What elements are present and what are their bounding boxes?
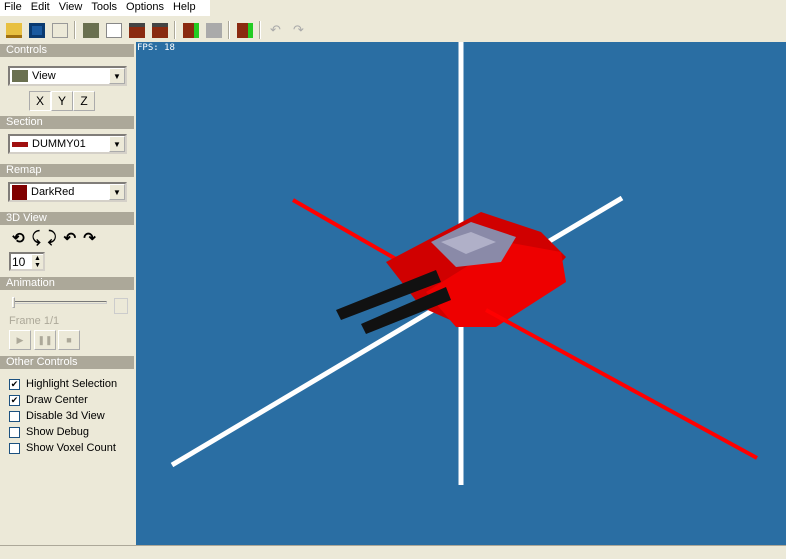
- disabled-icon: [205, 22, 222, 38]
- section-header: Section: [0, 116, 134, 129]
- other-controls-header: Other Controls: [0, 356, 134, 369]
- 3d-viewport[interactable]: FPS: 18: [136, 42, 786, 545]
- axis-z-button[interactable]: Z: [73, 91, 95, 111]
- rotate-right-icon[interactable]: ↷: [83, 229, 96, 247]
- add-frame-button[interactable]: [233, 19, 256, 41]
- save-icon: [28, 22, 45, 38]
- export-icon: [51, 22, 68, 38]
- undo-button[interactable]: ↶: [264, 19, 287, 41]
- remap-select[interactable]: DarkRed ▼: [8, 182, 127, 202]
- toolbar: ↶ ↷: [0, 18, 786, 42]
- menu-bar: File Edit View Tools Options Help: [0, 0, 210, 16]
- disable-3d-view-checkbox[interactable]: Disable 3d View: [9, 410, 105, 422]
- section-a-icon: [128, 22, 145, 38]
- pause-icon: ❚❚: [37, 334, 53, 345]
- axis-y-button[interactable]: Y: [51, 91, 73, 111]
- view-icon: [82, 22, 99, 38]
- add-section-button[interactable]: [179, 19, 202, 41]
- mode-select[interactable]: View ▼: [8, 66, 127, 86]
- add-section-icon: [182, 22, 199, 38]
- controls-header: Controls: [0, 44, 134, 57]
- rotate-down-icon[interactable]: ⤹: [32, 229, 41, 247]
- redo-button[interactable]: ↷: [287, 19, 310, 41]
- chevron-down-icon[interactable]: ▼: [109, 184, 125, 200]
- spin-arrows-icon[interactable]: ▲ ▼: [32, 254, 43, 269]
- mode-value: View: [32, 70, 56, 82]
- frame-slider[interactable]: [12, 301, 107, 304]
- axis-z-b: [485, 308, 758, 460]
- open-button[interactable]: [2, 19, 25, 41]
- undo-icon: ↶: [270, 22, 281, 37]
- redo-icon: ↷: [293, 22, 304, 37]
- color-swatch: [12, 184, 27, 200]
- menu-edit[interactable]: Edit: [27, 0, 55, 16]
- show-voxel-count-checkbox[interactable]: Show Voxel Count: [9, 442, 116, 454]
- disabled-button[interactable]: [202, 19, 225, 41]
- rotate-up-icon[interactable]: ⤸: [48, 229, 57, 247]
- highlight-selection-checkbox[interactable]: ✔ Highlight Selection: [9, 378, 117, 390]
- menu-tools[interactable]: Tools: [87, 0, 122, 16]
- voxel-model: [336, 212, 566, 334]
- open-icon: [5, 22, 22, 38]
- reset-rotation-icon[interactable]: ⟲: [12, 229, 25, 247]
- checkbox-label: Draw Center: [26, 394, 88, 406]
- pause-button[interactable]: ❚❚: [34, 330, 56, 350]
- menu-help[interactable]: Help: [169, 0, 201, 16]
- chevron-down-icon[interactable]: ▼: [109, 68, 125, 84]
- section-icon: [12, 141, 28, 147]
- stop-icon: ■: [66, 335, 72, 345]
- show-debug-checkbox[interactable]: Show Debug: [9, 426, 89, 438]
- rotate-left-icon[interactable]: ↶: [64, 229, 77, 247]
- checkbox-label: Show Debug: [26, 426, 89, 438]
- chevron-down-icon[interactable]: ▼: [109, 136, 125, 152]
- remap-header: Remap: [0, 164, 134, 177]
- stop-button[interactable]: ■: [58, 330, 80, 350]
- slider-handle[interactable]: [12, 297, 15, 308]
- paint-icon: [105, 22, 122, 38]
- checkbox-label: Highlight Selection: [26, 378, 118, 390]
- frame-spinner[interactable]: [114, 298, 128, 314]
- export-button[interactable]: [48, 19, 71, 41]
- checkbox-label: Disable 3d View: [26, 410, 105, 422]
- animation-header: Animation: [0, 277, 134, 290]
- draw-center-checkbox[interactable]: ✔ Draw Center: [9, 394, 88, 406]
- menu-view[interactable]: View: [55, 0, 88, 16]
- checkbox-label: Show Voxel Count: [26, 442, 116, 454]
- status-bar: [0, 545, 786, 559]
- scene: [170, 42, 758, 485]
- step-spinner[interactable]: 10 ▲ ▼: [9, 252, 45, 271]
- section-a-button[interactable]: [125, 19, 148, 41]
- remap-value: DarkRed: [31, 186, 75, 198]
- menu-file[interactable]: File: [0, 0, 27, 16]
- play-icon: ▶: [16, 334, 24, 345]
- menu-bar-fill: [210, 0, 786, 16]
- view-button[interactable]: [79, 19, 102, 41]
- menu-options[interactable]: Options: [122, 0, 169, 16]
- paint-button[interactable]: [102, 19, 125, 41]
- section-b-button[interactable]: [148, 19, 171, 41]
- axis-x-button[interactable]: X: [29, 91, 51, 111]
- save-button[interactable]: [25, 19, 48, 41]
- frame-label: Frame 1/1: [9, 315, 60, 327]
- 3d-view-header: 3D View: [0, 212, 134, 225]
- section-value: DUMMY01: [32, 138, 86, 150]
- section-b-icon: [151, 22, 168, 38]
- step-value: 10: [12, 254, 26, 269]
- axis-x: [170, 195, 624, 468]
- add-frame-icon: [236, 22, 253, 38]
- side-panel: Controls View ▼ X Y Z Section DUMMY01 ▼ …: [0, 42, 134, 545]
- section-select[interactable]: DUMMY01 ▼: [8, 134, 127, 154]
- play-button[interactable]: ▶: [9, 330, 31, 350]
- tank-icon: [12, 70, 28, 82]
